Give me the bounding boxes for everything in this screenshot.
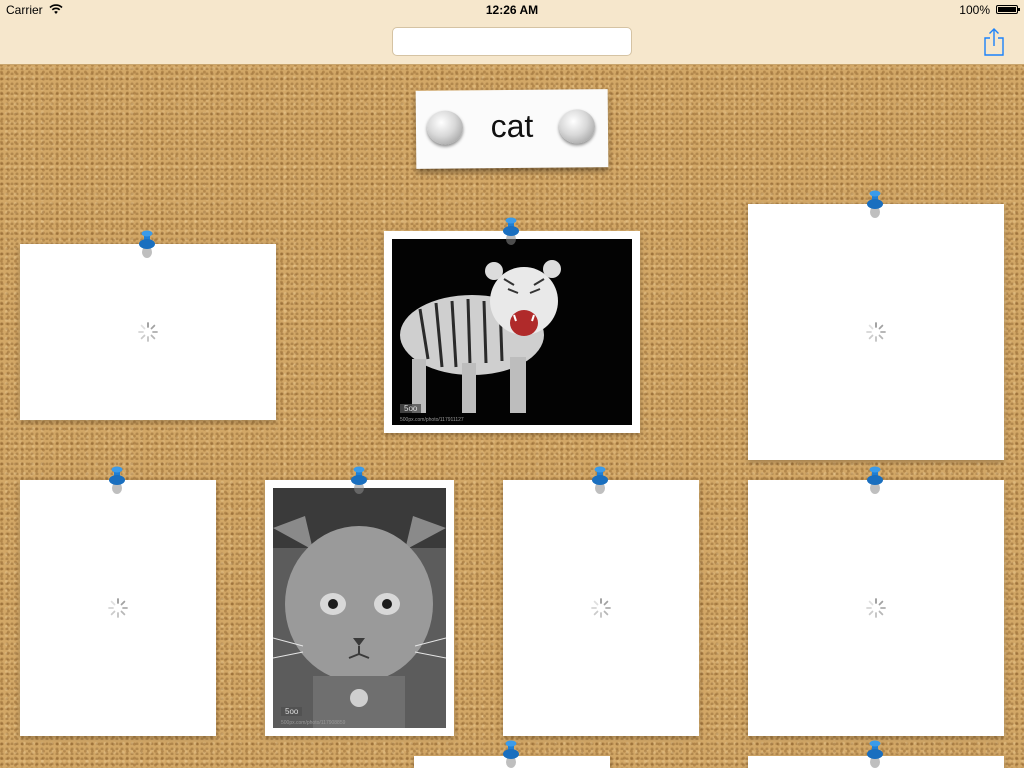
silver-pin-icon	[558, 109, 596, 144]
clock-label: 12:26 AM	[485, 3, 539, 17]
photo-source-badge: 5oo	[400, 404, 422, 413]
loading-spinner-icon	[866, 322, 886, 342]
status-bar: Carrier 12:26 AM 100%	[0, 0, 1024, 20]
photo-card-loading[interactable]	[20, 244, 276, 420]
push-pin-icon	[351, 466, 367, 494]
push-pin-icon	[109, 466, 125, 494]
corkboard-app: Carrier 12:26 AM 100% cat 5oo 500px.com/…	[0, 0, 1024, 768]
navigation-bar: Carrier 12:26 AM 100%	[0, 0, 1024, 65]
search-input[interactable]	[392, 27, 632, 56]
share-icon[interactable]	[982, 27, 1006, 57]
photo-card-cat[interactable]: 5oo 500px.com/photo/117908859	[265, 480, 454, 736]
battery-percent-label: 100%	[959, 3, 990, 17]
push-pin-icon	[592, 466, 608, 494]
push-pin-icon	[867, 740, 883, 768]
tiger-photo: 5oo 500px.com/photo/117911127	[392, 239, 632, 425]
push-pin-icon	[867, 190, 883, 218]
loading-spinner-icon	[591, 598, 611, 618]
push-pin-icon	[503, 740, 519, 768]
photo-card-loading[interactable]	[748, 480, 1004, 736]
push-pin-icon	[139, 230, 155, 258]
loading-spinner-icon	[108, 598, 128, 618]
push-pin-icon	[503, 217, 519, 245]
photo-card-loading[interactable]	[20, 480, 216, 736]
push-pin-icon	[867, 466, 883, 494]
battery-icon	[996, 5, 1020, 14]
photo-url: 500px.com/photo/117908859	[281, 720, 346, 726]
loading-spinner-icon	[138, 322, 158, 342]
photo-url: 500px.com/photo/117911127	[400, 417, 464, 423]
photo-card-loading[interactable]	[748, 204, 1004, 460]
photo-card-loading[interactable]	[503, 480, 699, 736]
photo-source-badge: 5oo	[281, 707, 303, 716]
loading-spinner-icon	[866, 598, 886, 618]
photo-card-tiger[interactable]: 5oo 500px.com/photo/117911127	[384, 231, 640, 433]
cat-photo: 5oo 500px.com/photo/117908859	[273, 488, 446, 728]
board-title-card: cat	[415, 89, 609, 169]
